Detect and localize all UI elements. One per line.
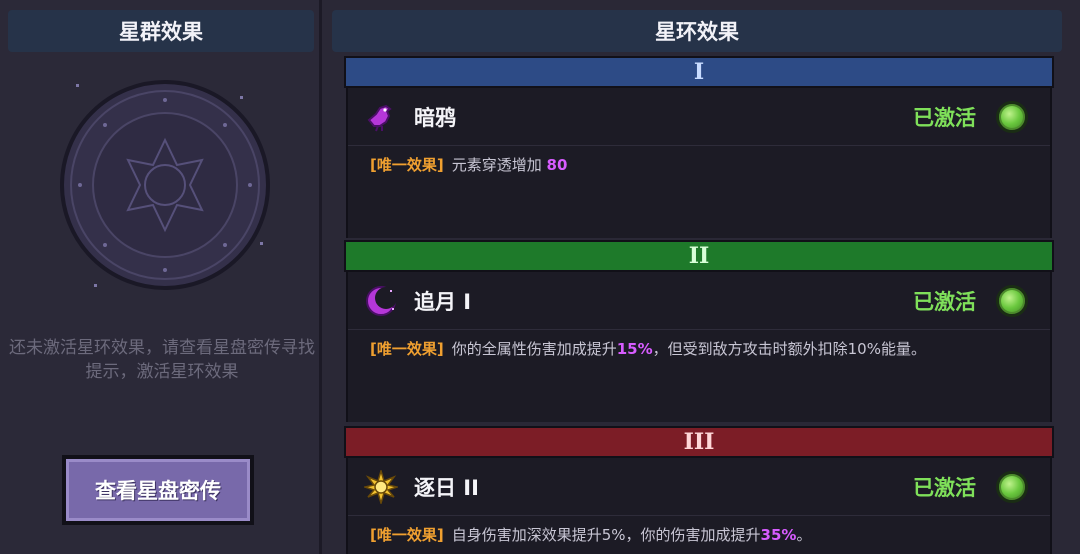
desc-text: 你的全属性伤害加成提升: [451, 340, 617, 358]
star-ring-panel: 星环效果 I 暗鸦 已激活 [唯一效果] 元素穿透增加 80 II 追月 I 已…: [326, 0, 1080, 554]
effect-description: [唯一效果] 自身伤害加深效果提升5%，你的伤害加成提升35%。: [370, 524, 1040, 546]
effect-description: [唯一效果] 你的全属性伤害加成提升15%，但受到敌方攻击时额外扣除10%能量。: [370, 338, 1040, 360]
effect-card-header: 追月 I 已激活: [348, 272, 1050, 330]
effect-name: 逐日 II: [414, 476, 479, 500]
effect-card-dark-crow[interactable]: 暗鸦 已激活 [唯一效果] 元素穿透增加 80: [346, 88, 1052, 238]
desc-value: 35%: [760, 526, 797, 544]
unique-effect-tag: [唯一效果]: [370, 526, 444, 544]
crescent-moon-icon: [366, 286, 397, 316]
desc-value: 15%: [616, 340, 653, 358]
desc-text: 元素穿透增加: [451, 156, 542, 174]
unique-effect-tag: [唯一效果]: [370, 340, 444, 358]
tier-1-bar: I: [344, 56, 1054, 88]
unique-effect-tag: [唯一效果]: [370, 156, 444, 174]
golden-sun-icon: [364, 470, 398, 504]
active-orb-icon: [996, 285, 1028, 317]
star-disc-icon: [60, 80, 270, 290]
effect-name: 暗鸦: [414, 106, 456, 130]
active-orb-icon: [996, 101, 1028, 133]
purple-crow-icon: [367, 104, 392, 132]
effect-card-header: 暗鸦 已激活: [348, 88, 1050, 146]
effect-card-header: 逐日 II 已激活: [348, 458, 1050, 516]
desc-text: 自身伤害加深效果提升5%，你的伤害加成提升: [451, 526, 761, 544]
tier-3-bar: III: [344, 426, 1054, 458]
desc-text-after: ，但受到敌方攻击时额外扣除10%能量。: [652, 340, 926, 358]
star-ring-header: 星环效果: [332, 10, 1062, 52]
effect-name: 追月 I: [414, 290, 472, 314]
desc-text-after: 。: [796, 526, 812, 544]
effect-description: [唯一效果] 元素穿透增加 80: [370, 154, 1040, 176]
active-orb-icon: [996, 471, 1028, 503]
status-label: 已激活: [913, 106, 976, 130]
status-label: 已激活: [913, 476, 976, 500]
constellation-panel: 星群效果 还未激活星环效果，请查看星盘密传寻找提示，激活星环效果 查看星盘密传: [0, 0, 322, 554]
desc-value: 80: [546, 156, 568, 174]
view-star-secret-label: 查看星盘密传: [66, 459, 250, 521]
view-star-secret-button[interactable]: 查看星盘密传: [62, 455, 254, 525]
constellation-header: 星群效果: [8, 10, 314, 52]
effect-card-chase-moon[interactable]: 追月 I 已激活 [唯一效果] 你的全属性伤害加成提升15%，但受到敌方攻击时额外…: [346, 272, 1052, 422]
tier-2-bar: II: [344, 240, 1054, 272]
status-label: 已激活: [913, 290, 976, 314]
effect-card-chase-sun[interactable]: 逐日 II 已激活 [唯一效果] 自身伤害加深效果提升5%，你的伤害加成提升35%…: [346, 458, 1052, 554]
activation-hint: 还未激活星环效果，请查看星盘密传寻找提示，激活星环效果: [9, 338, 315, 382]
